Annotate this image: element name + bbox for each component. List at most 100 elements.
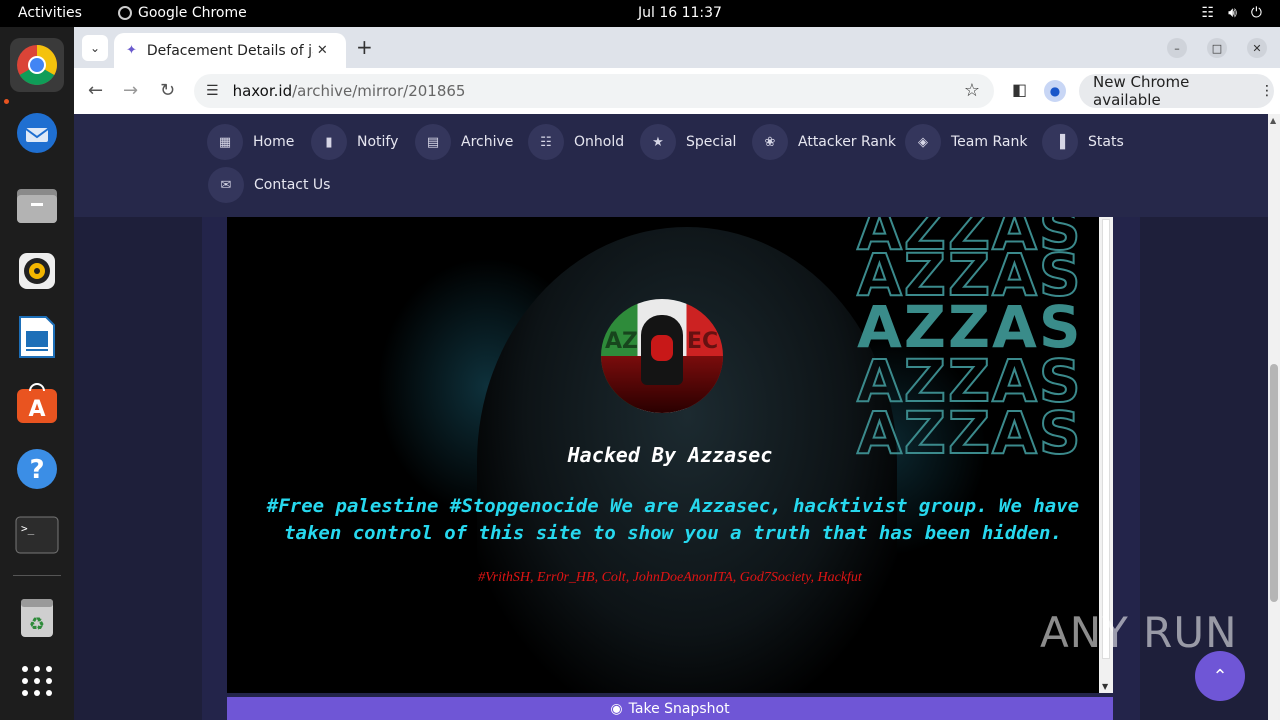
site-info-icon[interactable]: ☰: [206, 83, 219, 99]
reload-button[interactable]: ↻: [160, 80, 175, 101]
svg-text:A: A: [28, 397, 45, 422]
terminal-icon: >_: [15, 516, 59, 554]
app-name: Google Chrome: [138, 5, 247, 21]
system-top-bar: Activities Google Chrome Jul 16 11:37 ☷ …: [0, 0, 1280, 27]
nav-contact-us[interactable]: ✉ Contact Us: [208, 167, 330, 203]
dock-thunderbird[interactable]: [10, 106, 64, 160]
nav-label: Contact Us: [254, 177, 331, 193]
new-tab-button[interactable]: +: [356, 35, 373, 59]
nav-team-rank[interactable]: ◈ Team Rank: [905, 124, 1027, 160]
nav-label: Team Rank: [951, 134, 1028, 150]
dock-writer[interactable]: [10, 310, 64, 364]
network-icon: ☷: [1201, 5, 1215, 21]
nav-stats[interactable]: ▐ Stats: [1042, 124, 1124, 160]
dock-files[interactable]: [10, 178, 64, 232]
nav-notify[interactable]: ▮ Notify: [311, 124, 398, 160]
hacked-by-heading: Hacked By Azzasec: [567, 443, 773, 467]
layers-icon: ◈: [905, 124, 941, 160]
shield-icon: ★: [640, 124, 676, 160]
double-chevron-up-icon: ⌃: [1212, 665, 1228, 687]
activities-button[interactable]: Activities: [18, 5, 82, 21]
logo-text-right: EC: [687, 329, 719, 354]
app-grid-icon: [22, 666, 52, 696]
clock[interactable]: Jul 16 11:37: [638, 5, 722, 21]
dock-separator: [13, 575, 61, 576]
scroll-down-arrow-icon[interactable]: ▼: [1102, 682, 1108, 691]
dock-app-center[interactable]: A: [10, 376, 64, 430]
close-window-button[interactable]: ✕: [1247, 38, 1267, 58]
running-indicator: [4, 99, 9, 104]
defacement-mirror-frame: AZZAS AZZAS AZZAS AZZAS AZZAS AZ EC Hack…: [227, 217, 1113, 693]
scroll-up-arrow-icon[interactable]: ▲: [1270, 116, 1276, 125]
nav-archive[interactable]: ▤ Archive: [415, 124, 513, 160]
nav-label: Onhold: [574, 134, 625, 150]
rhythmbox-icon: [19, 253, 55, 289]
nav-special[interactable]: ★ Special: [640, 124, 736, 160]
dock: A ? >_ ♻: [0, 27, 74, 720]
nav-label: Notify: [357, 134, 399, 150]
dock-chrome[interactable]: [10, 38, 64, 92]
profile-avatar-icon[interactable]: ●: [1044, 80, 1066, 102]
minimize-button[interactable]: –: [1167, 38, 1187, 58]
more-menu-icon[interactable]: ⋮: [1260, 83, 1274, 99]
logo-text-left: AZ: [605, 329, 638, 354]
address-bar[interactable]: ☰ haxor.id/archive/mirror/201865 ☆: [194, 74, 994, 108]
help-icon: ?: [17, 449, 57, 489]
tab-strip: ⌄ ✦ Defacement Details of ja ✕ + – □ ✕: [74, 27, 1280, 68]
snapshot-label: Take Snapshot: [628, 700, 730, 717]
maximize-button[interactable]: □: [1207, 38, 1227, 58]
dock-help[interactable]: ?: [10, 442, 64, 496]
page-scrollbar[interactable]: ▲: [1268, 114, 1280, 720]
logo-mask: [651, 335, 673, 361]
volume-icon: 🔊︎: [1228, 5, 1237, 21]
scroll-to-top-button[interactable]: ⌃: [1195, 651, 1245, 701]
site-favicon-icon: ✦: [126, 43, 137, 58]
app-center-icon: A: [17, 383, 57, 423]
mail-icon: ✉: [208, 167, 244, 203]
dock-app-grid[interactable]: [10, 654, 64, 708]
mirror-scroll-thumb[interactable]: [1102, 219, 1110, 659]
bookmark-star-icon[interactable]: ☆: [964, 80, 980, 101]
svg-text:♻: ♻: [29, 614, 45, 635]
update-chrome-button[interactable]: New Chrome available ⋮: [1079, 73, 1274, 109]
dock-rhythmbox[interactable]: [10, 244, 64, 298]
chart-icon: ▐: [1042, 124, 1078, 160]
system-tray[interactable]: ☷ 🔊︎ ⏻: [1202, 5, 1262, 21]
archive-icon: ▤: [415, 124, 451, 160]
thunderbird-icon: [17, 113, 57, 153]
svg-text:>_: >_: [21, 522, 35, 535]
forward-button[interactable]: →: [123, 80, 138, 101]
take-snapshot-button[interactable]: ◉ Take Snapshot: [227, 697, 1113, 720]
tab-active[interactable]: ✦ Defacement Details of ja ✕: [114, 33, 346, 68]
url-path: /archive/mirror/201865: [292, 82, 466, 100]
bookmark-icon: ▮: [311, 124, 347, 160]
side-panel-icon[interactable]: ◧: [1012, 80, 1027, 99]
nav-onhold[interactable]: ☷ Onhold: [528, 124, 624, 160]
site-navigation: ▦ Home ▮ Notify ▤ Archive ☷ Onhold ★ Spe…: [74, 114, 1268, 217]
page-scroll-thumb[interactable]: [1270, 364, 1278, 602]
back-button[interactable]: ←: [88, 80, 103, 101]
award-icon: ❀: [752, 124, 788, 160]
chrome-icon: [17, 45, 57, 85]
writer-icon: [19, 316, 55, 358]
nav-label: Special: [686, 134, 737, 150]
nav-label: Attacker Rank: [798, 134, 896, 150]
dashboard-icon: ▦: [207, 124, 243, 160]
nav-label: Stats: [1088, 134, 1124, 150]
dock-trash[interactable]: ♻: [10, 590, 64, 644]
svg-text:?: ?: [29, 455, 44, 485]
anyrun-watermark: ANY RUN: [1040, 608, 1238, 657]
nav-home[interactable]: ▦ Home: [207, 124, 294, 160]
defacement-message: #Free palestine #Stopgenocide We are Azz…: [266, 495, 1080, 544]
dock-terminal[interactable]: >_: [10, 508, 64, 562]
tab-search-button[interactable]: ⌄: [82, 35, 108, 61]
update-label: New Chrome available: [1093, 73, 1190, 109]
tab-title: Defacement Details of ja: [146, 42, 313, 59]
files-icon: [17, 189, 57, 223]
chrome-small-icon: [118, 6, 132, 20]
app-menu[interactable]: Google Chrome: [118, 5, 247, 21]
nav-attacker-rank[interactable]: ❀ Attacker Rank: [752, 124, 896, 160]
document-icon: ☷: [528, 124, 564, 160]
credits-line: #VrithSH, Err0r_HB, Colt, JohnDoeAnonITA…: [478, 570, 862, 585]
tab-close-icon[interactable]: ✕: [317, 43, 328, 58]
